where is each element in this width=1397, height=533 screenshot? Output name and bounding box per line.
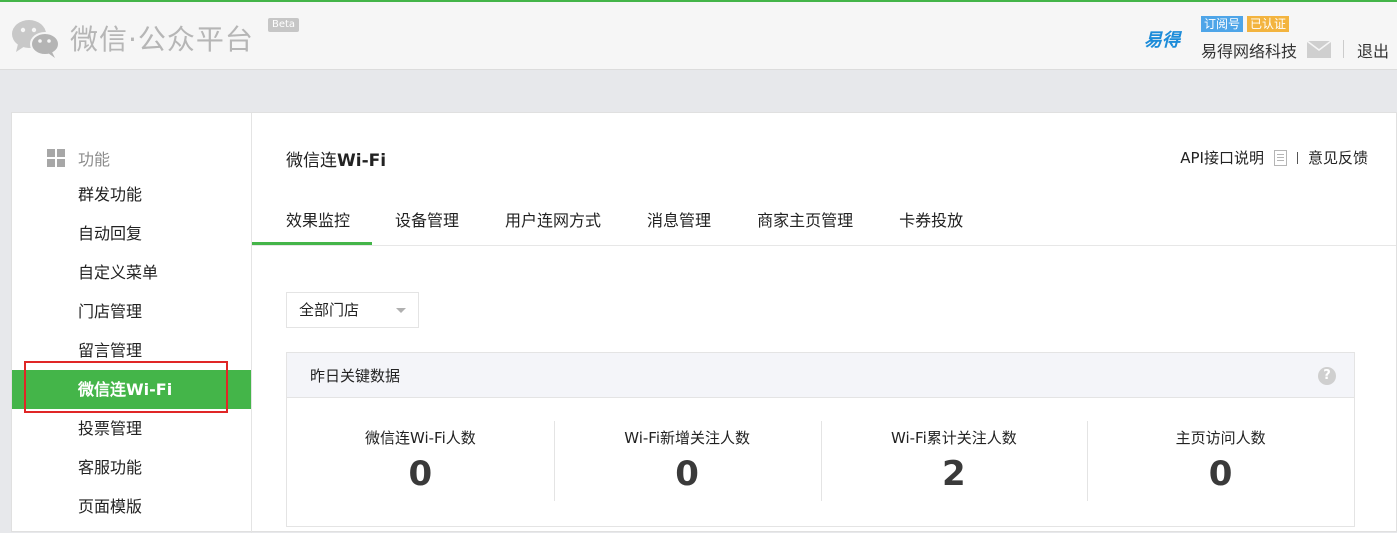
sidebar-item-wechat-wifi[interactable]: 微信连Wi-Fi xyxy=(12,370,251,409)
page-title: 微信连Wi-Fi xyxy=(286,146,386,171)
link-divider xyxy=(1296,151,1298,164)
stat-wifi-users: 微信连Wi-Fi人数 0 xyxy=(287,397,554,527)
stat-value: 0 xyxy=(675,454,699,494)
wechat-icon xyxy=(12,20,60,58)
beta-badge: Beta xyxy=(268,18,300,32)
main-panel: 功能 群发功能 自动回复 自定义菜单 门店管理 留言管理 微信连Wi-Fi 投票… xyxy=(11,112,1397,533)
header-divider xyxy=(1343,40,1344,58)
page-title-bold: Wi-Fi xyxy=(337,151,387,171)
key-data-title: 昨日关键数据 xyxy=(310,367,401,385)
sidebar: 功能 群发功能 自动回复 自定义菜单 门店管理 留言管理 微信连Wi-Fi 投票… xyxy=(12,113,252,533)
sidebar-item-vote-management[interactable]: 投票管理 xyxy=(12,409,251,448)
sidebar-section-header: 功能 xyxy=(47,146,110,170)
tab-device-management[interactable]: 设备管理 xyxy=(372,201,482,245)
store-select-value: 全部门店 xyxy=(299,301,360,319)
key-data-card: 昨日关键数据 ? 微信连Wi-Fi人数 0 Wi-Fi新增关注人数 0 Wi-F… xyxy=(286,352,1355,527)
stat-label: 主页访问人数 xyxy=(1175,429,1266,447)
sidebar-item-page-template[interactable]: 页面模版 xyxy=(12,487,251,526)
stat-label: 微信连Wi-Fi人数 xyxy=(364,429,476,447)
mail-icon[interactable] xyxy=(1307,41,1331,58)
top-links: API接口说明 意见反馈 xyxy=(1180,147,1368,168)
tab-merchant-homepage[interactable]: 商家主页管理 xyxy=(734,201,876,245)
account-name[interactable]: 易得网络科技 xyxy=(1201,38,1297,62)
subscription-badge: 订阅号 xyxy=(1201,16,1244,32)
stat-label: Wi-Fi累计关注人数 xyxy=(890,429,1017,447)
verified-badge: 已认证 xyxy=(1247,16,1290,32)
feedback-link[interactable]: 意见反馈 xyxy=(1308,147,1368,168)
stat-wifi-total-followers: Wi-Fi累计关注人数 2 xyxy=(820,397,1088,527)
tab-performance-monitoring[interactable]: 效果监控 xyxy=(252,201,373,245)
document-icon[interactable] xyxy=(1273,149,1287,166)
tab-coupon-delivery[interactable]: 卡券投放 xyxy=(876,201,986,245)
tab-user-connection-method[interactable]: 用户连网方式 xyxy=(482,201,624,245)
store-select[interactable]: 全部门店 xyxy=(286,292,419,328)
sidebar-item-mass-send[interactable]: 群发功能 xyxy=(12,175,251,214)
tab-bar: 效果监控 设备管理 用户连网方式 消息管理 商家主页管理 卡券投放 xyxy=(252,201,1396,246)
stat-value: 2 xyxy=(942,454,966,494)
stat-wifi-new-followers: Wi-Fi新增关注人数 0 xyxy=(553,397,821,527)
tab-message-management[interactable]: 消息管理 xyxy=(624,201,734,245)
sidebar-item-store-management[interactable]: 门店管理 xyxy=(12,292,251,331)
key-data-body: 微信连Wi-Fi人数 0 Wi-Fi新增关注人数 0 Wi-Fi累计关注人数 2… xyxy=(287,397,1354,527)
stat-label: Wi-Fi新增关注人数 xyxy=(624,429,751,447)
grid-icon xyxy=(47,149,65,167)
sidebar-item-custom-menu[interactable]: 自定义菜单 xyxy=(12,253,251,292)
brand-logo[interactable]: 易得 xyxy=(1144,26,1180,52)
sidebar-section-title: 功能 xyxy=(78,150,111,169)
content-area: 微信连Wi-Fi API接口说明 意见反馈 效果监控 设备管理 用户连网方式 消… xyxy=(252,113,1396,533)
stat-homepage-visitors: 主页访问人数 0 xyxy=(1087,397,1354,527)
chevron-down-icon xyxy=(396,308,406,313)
logout-link[interactable]: 退出 xyxy=(1357,38,1389,62)
account-badges: 订阅号 已认证 xyxy=(1201,16,1290,32)
page-title-prefix: 微信连 xyxy=(286,151,337,171)
sidebar-item-comment-management[interactable]: 留言管理 xyxy=(12,331,251,370)
sidebar-item-customer-service[interactable]: 客服功能 xyxy=(12,448,251,487)
platform-title: 微信·公众平台 xyxy=(70,23,254,56)
stat-value: 0 xyxy=(408,454,433,494)
stat-value: 0 xyxy=(1208,454,1233,494)
help-icon[interactable]: ? xyxy=(1318,367,1336,385)
sidebar-item-auto-reply[interactable]: 自动回复 xyxy=(12,214,251,253)
sidebar-menu: 群发功能 自动回复 自定义菜单 门店管理 留言管理 微信连Wi-Fi 投票管理 … xyxy=(12,175,251,526)
key-data-header: 昨日关键数据 ? xyxy=(287,353,1354,398)
wechat-logo[interactable]: 微信·公众平台 xyxy=(10,16,254,60)
top-header: 微信·公众平台 Beta 易得 订阅号 已认证 易得网络科技 退出 xyxy=(0,0,1397,70)
api-doc-link[interactable]: API接口说明 xyxy=(1180,147,1264,168)
